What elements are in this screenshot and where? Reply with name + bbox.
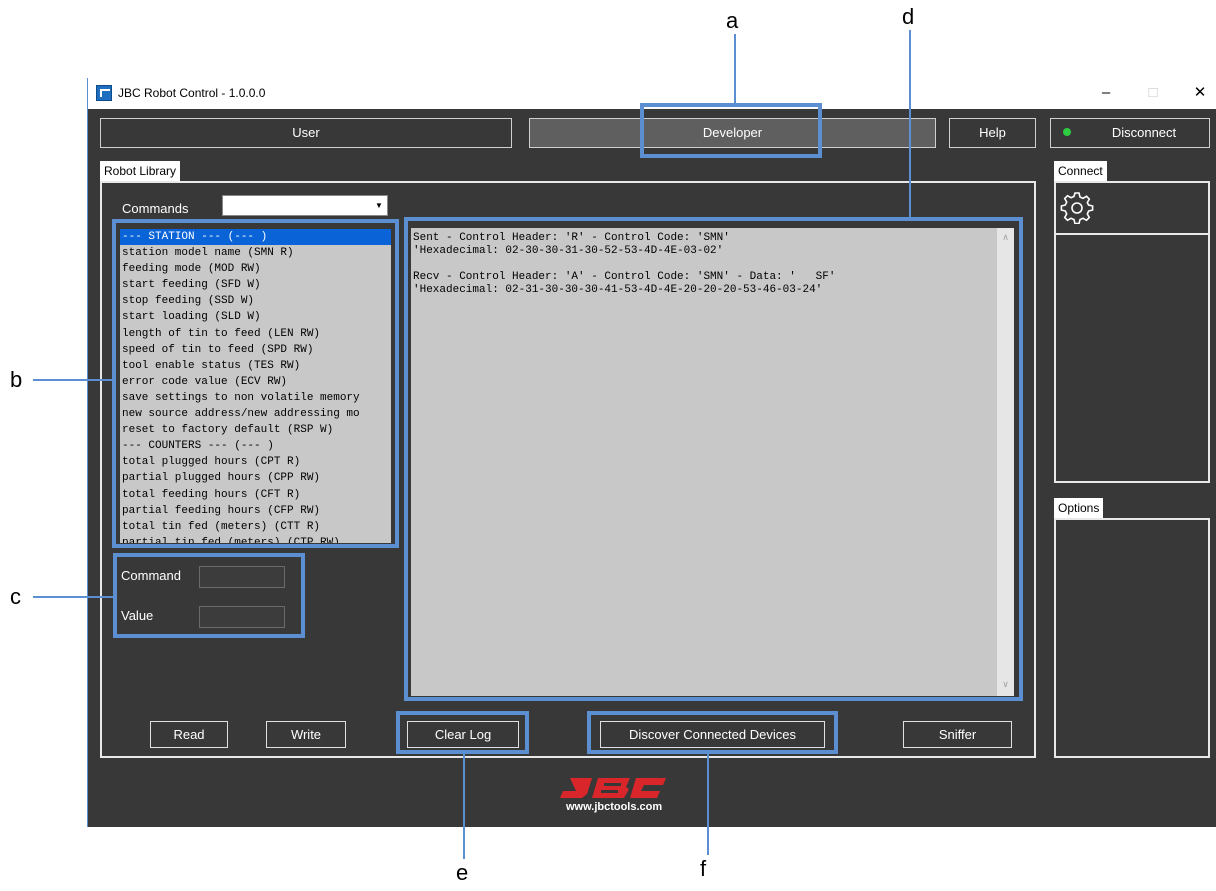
callout-label-f: f <box>700 856 707 881</box>
callout-line-f <box>707 753 709 855</box>
callout-line-c <box>33 596 114 598</box>
connection-status-icon <box>1063 128 1071 136</box>
tab-robot-library[interactable]: Robot Library <box>100 161 181 181</box>
connect-divider <box>1056 233 1208 235</box>
callout-label-b: b <box>10 367 23 392</box>
maximize-button[interactable]: □ <box>1133 82 1173 104</box>
gear-icon[interactable] <box>1060 190 1094 225</box>
commands-label: Commands <box>122 201 189 216</box>
jbc-logo <box>556 776 668 800</box>
callout-label-d: d <box>902 4 915 29</box>
disconnect-label: Disconnect <box>1111 125 1177 140</box>
callout-line-b <box>33 379 113 381</box>
help-button[interactable]: Help <box>949 118 1036 148</box>
callout-box-a <box>640 103 822 158</box>
callout-box-e <box>396 711 529 754</box>
tab-connect[interactable]: Connect <box>1054 161 1107 181</box>
disconnect-button[interactable]: Disconnect <box>1050 118 1210 148</box>
website-url[interactable]: www.jbctools.com <box>566 801 662 813</box>
sniffer-button[interactable]: Sniffer <box>903 721 1012 748</box>
commands-dropdown[interactable]: ▼ <box>222 195 388 216</box>
callout-label-e: e <box>456 860 469 885</box>
user-tab-button[interactable]: User <box>100 118 512 148</box>
callout-line-e <box>463 753 465 859</box>
window-title: JBC Robot Control - 1.0.0.0 <box>118 86 266 100</box>
chevron-down-icon[interactable]: ▼ <box>371 196 387 215</box>
minimize-button[interactable]: – <box>1086 82 1126 104</box>
options-panel <box>1054 518 1210 758</box>
callout-label-c: c <box>10 584 21 609</box>
callout-box-f <box>587 711 838 754</box>
connect-panel <box>1054 181 1210 483</box>
callout-line-a <box>734 34 736 104</box>
callout-label-a: a <box>726 8 739 33</box>
callout-box-c <box>113 553 305 638</box>
close-button[interactable]: ✕ <box>1180 82 1216 104</box>
callout-box-d <box>404 217 1023 701</box>
read-button[interactable]: Read <box>150 721 228 748</box>
write-button[interactable]: Write <box>266 721 346 748</box>
callout-line-d <box>909 30 911 218</box>
callout-box-b <box>112 219 399 548</box>
app-icon <box>96 85 112 101</box>
tab-options[interactable]: Options <box>1054 498 1104 518</box>
